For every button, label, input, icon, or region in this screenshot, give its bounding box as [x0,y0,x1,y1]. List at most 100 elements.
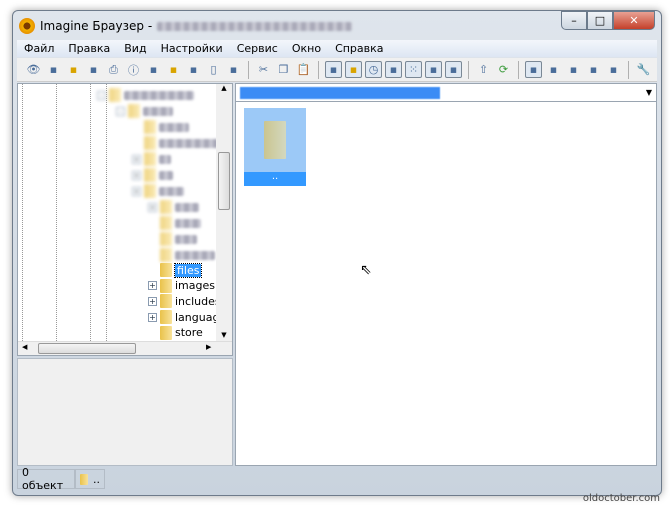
redacted-label [159,138,219,148]
new-folder-button[interactable]: ▪ [165,61,182,78]
tree-item[interactable] [148,247,215,263]
history-button[interactable]: ◷ [365,61,382,78]
address-combobox[interactable]: ▼ [236,84,656,102]
menu-help[interactable]: Справка [328,42,390,55]
window-view-button[interactable]: ▪ [325,61,342,78]
tree-horizontal-scrollbar[interactable]: ◀ ▶ [18,341,232,355]
slideshow-button[interactable]: ▪ [45,61,62,78]
menu-view[interactable]: Вид [117,42,153,55]
tree-item[interactable]: + images [148,278,215,294]
copy-to-button[interactable]: ▪ [85,61,102,78]
details-view-icon: ▪ [609,63,618,76]
settings-icon: 🔧 [636,63,651,76]
folder-icon [144,168,156,182]
go-up-icon: ⇧ [478,63,489,76]
delete-button[interactable]: ▯ [205,61,222,78]
grid-button[interactable]: ⁙ [405,61,422,78]
redacted-label [159,122,189,132]
collapse-icon[interactable]: - [116,106,125,116]
tree-item[interactable] [148,215,201,231]
info-button[interactable]: ⓘ [125,61,142,78]
expand-icon[interactable]: + [132,186,141,196]
properties-button[interactable]: ▪ [225,61,242,78]
thumbnails-view-button[interactable]: ▪ [525,61,542,78]
image-button[interactable]: ▪ [445,61,462,78]
status-count: 0 объект [17,466,75,492]
rename-button[interactable]: ▪ [185,61,202,78]
minimize-button[interactable]: – [561,11,587,30]
app-window: Imagine Браузер - – □ ✕ Файл Правка Вид … [12,10,662,496]
parent-folder-tile[interactable]: .. [244,108,306,186]
tree-item[interactable]: store [148,325,203,341]
folder-icon [128,104,140,118]
expand-icon[interactable]: + [148,281,157,291]
tree-item[interactable] [132,135,219,151]
go-up-button[interactable]: ⇧ [475,61,492,78]
list-view-button[interactable]: ▪ [585,61,602,78]
menu-edit[interactable]: Правка [61,42,117,55]
dropdown-arrow-icon[interactable]: ▼ [646,88,652,97]
print-button[interactable]: ⎙ [105,61,122,78]
details-view-button[interactable]: ▪ [605,61,622,78]
thumbs-button[interactable]: ▪ [385,61,402,78]
tree-item[interactable]: + [132,183,184,199]
menu-file[interactable]: Файл [17,42,61,55]
collapse-icon[interactable]: - [97,90,106,100]
settings-button[interactable]: 🔧 [635,61,652,78]
menu-settings[interactable]: Настройки [154,42,230,55]
expand-icon[interactable]: + [132,154,141,164]
address-path-redacted [240,86,440,99]
maximize-button[interactable]: □ [587,11,613,30]
folder-icon [160,216,172,230]
expand-icon[interactable]: + [148,202,157,212]
status-folder: .. [93,472,100,486]
expand-icon[interactable]: + [132,170,141,180]
refresh-button[interactable]: ⟳ [495,61,512,78]
tree-item[interactable] [132,119,189,135]
redacted-label [143,106,173,116]
tree-button[interactable]: ▪ [345,61,362,78]
tree-item[interactable]: - [97,87,194,103]
tree-item[interactable]: + [132,151,171,167]
hscroll-thumb[interactable] [38,343,136,354]
tree-item[interactable]: + [132,167,173,183]
menu-service[interactable]: Сервис [230,42,285,55]
tree-item[interactable]: + includes [148,293,221,309]
open-folder-button[interactable]: ▪ [65,61,82,78]
properties-icon: ▪ [229,63,238,76]
tree-item[interactable]: - [116,103,173,119]
expand-icon[interactable]: + [148,312,157,322]
grid-icon: ⁙ [408,63,419,76]
app-logo-icon [19,18,35,34]
scroll-thumb[interactable] [218,152,230,210]
file-list-pane[interactable]: ▼ .. ⇖ [235,83,657,466]
tree-item[interactable]: + languag [148,309,219,325]
redacted-label [175,234,197,244]
folder-icon [160,263,172,277]
tree-vertical-scrollbar[interactable]: ▲ ▼ [216,84,232,341]
cut-icon: ✂ [258,63,269,76]
redacted-label [175,218,201,228]
folder-icon [144,184,156,198]
tree-item[interactable]: files [148,262,203,278]
large-buttons-view-icon[interactable]: ▪ [545,61,562,78]
redacted-label [175,250,215,260]
exif-button[interactable]: ▪ [145,61,162,78]
paste-button[interactable]: 📋 [295,61,312,78]
toolbar-separator [248,60,249,79]
large-icons-view-icon: ▪ [549,63,558,76]
folder-icon [80,473,88,485]
copy-button[interactable]: ❐ [275,61,292,78]
icons-view-button[interactable]: ▪ [565,61,582,78]
folder-icon [160,310,172,325]
cut-button[interactable]: ✂ [255,61,272,78]
menu-window[interactable]: Окно [285,42,328,55]
expand-icon[interactable]: + [148,296,157,306]
close-button[interactable]: ✕ [613,11,655,30]
tree-item[interactable] [148,231,197,247]
folder-tree[interactable]: - - + + + + files + images + includes + languag store… [17,83,233,356]
tree-item[interactable]: + [148,199,199,215]
preview-button[interactable]: ▪ [425,61,442,78]
view-button[interactable]: 👁 [25,61,42,78]
tile-label: .. [244,172,306,186]
